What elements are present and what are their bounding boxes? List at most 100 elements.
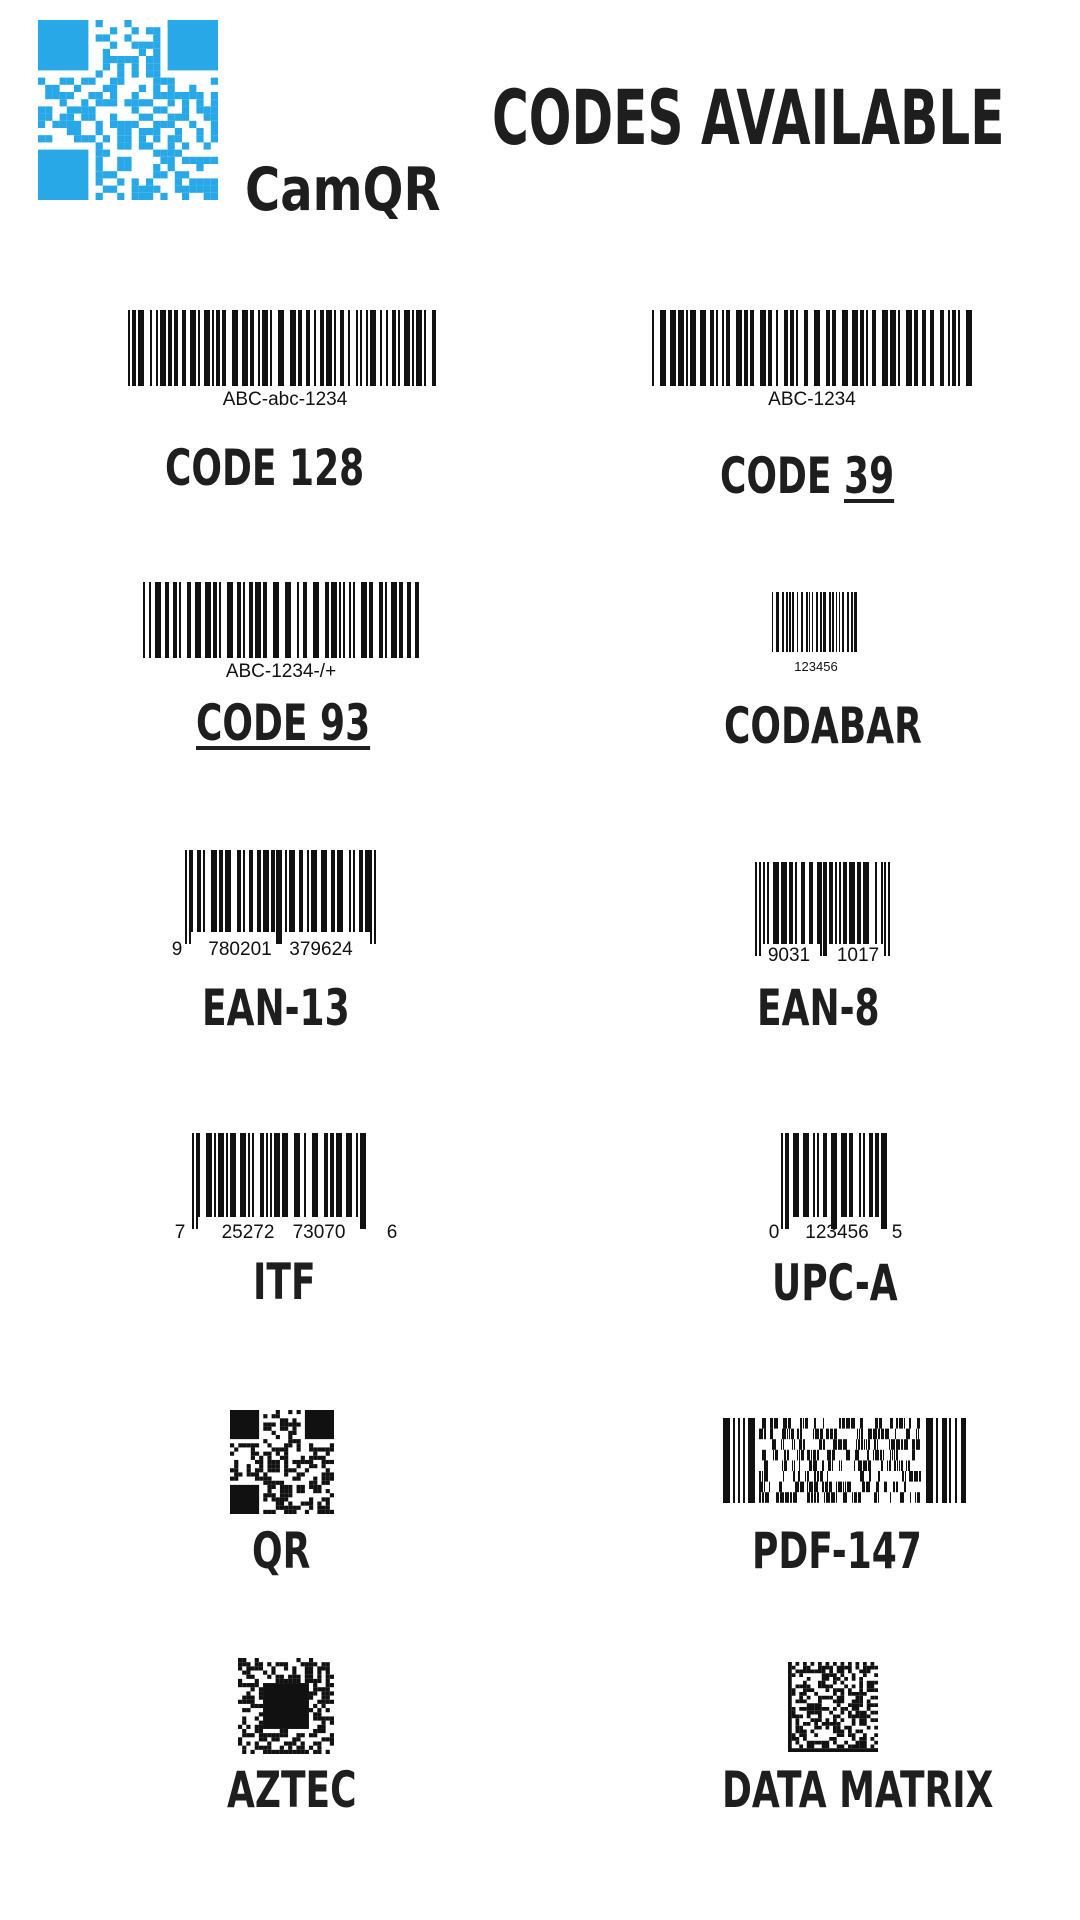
pdf-module <box>858 1492 861 1503</box>
page-title: CODES AVAILABLE <box>492 73 1005 162</box>
qr-module <box>296 1505 301 1510</box>
qr-module <box>321 1480 326 1485</box>
data-matrix-module <box>836 1665 841 1670</box>
qr-module <box>279 1426 285 1431</box>
logo-module <box>153 106 161 114</box>
logo-module <box>117 156 125 164</box>
qr-module <box>259 1459 264 1465</box>
aztec-module <box>238 1724 243 1729</box>
data-matrix-module <box>814 1692 818 1696</box>
data-matrix-module <box>848 1669 852 1674</box>
data-matrix-module <box>791 1710 796 1715</box>
pdf-start-bar <box>743 1418 745 1503</box>
barcode-bar <box>339 582 341 658</box>
aztec-module <box>313 1691 318 1696</box>
barcode-bar <box>809 592 810 652</box>
aztec-module <box>238 1662 243 1667</box>
data-matrix-module <box>795 1714 800 1719</box>
barcode-bar <box>832 592 834 652</box>
data-matrix-module <box>821 1665 826 1670</box>
data-matrix-module <box>859 1688 863 1692</box>
aztec-module <box>258 1728 264 1734</box>
aztec-module <box>313 1733 318 1738</box>
data-matrix-module <box>821 1740 826 1745</box>
pdf-module <box>822 1481 824 1493</box>
barcode-bar <box>806 592 808 652</box>
pdf-module <box>832 1449 835 1461</box>
aztec-module <box>275 1749 280 1754</box>
pdf-module <box>795 1481 799 1493</box>
data-matrix-module <box>799 1729 803 1734</box>
data-matrix-module <box>814 1740 818 1745</box>
data-matrix-module <box>806 1740 811 1745</box>
pdf-module <box>875 1449 879 1461</box>
pdf-stop-bar <box>942 1418 947 1503</box>
qr-module <box>296 1422 301 1427</box>
logo-module <box>45 106 53 114</box>
pdf-module <box>893 1481 895 1493</box>
aztec-module <box>313 1728 318 1734</box>
qr-module <box>284 1426 289 1431</box>
qr-module <box>296 1459 301 1465</box>
aztec-module <box>258 1712 264 1717</box>
data-matrix-module <box>818 1714 822 1719</box>
pdf-module <box>858 1439 860 1450</box>
aztec-module <box>288 1749 293 1754</box>
qr-module <box>271 1414 276 1419</box>
aztec-module <box>246 1666 251 1671</box>
data-matrix-module <box>825 1744 830 1749</box>
barcode-bar <box>863 862 869 944</box>
aztec-module <box>321 1728 326 1734</box>
logo-module <box>74 84 82 92</box>
logo-module <box>102 185 110 193</box>
aztec-module <box>308 1666 314 1671</box>
aztec-module <box>283 1666 289 1671</box>
pdf-module <box>784 1460 787 1471</box>
barcode-bar <box>192 1133 194 1229</box>
logo-module <box>66 120 74 128</box>
barcode-bar <box>331 582 337 658</box>
logo-module <box>59 77 67 85</box>
data-matrix-module <box>791 1733 796 1737</box>
data-matrix-module <box>799 1744 803 1749</box>
pdf-module <box>769 1481 770 1493</box>
logo-module <box>95 164 103 172</box>
pdf-module <box>842 1418 845 1429</box>
qr-module <box>292 1430 297 1435</box>
data-matrix-module <box>818 1684 822 1689</box>
logo-module <box>167 113 175 121</box>
aztec-module <box>254 1658 259 1663</box>
data-matrix-module <box>851 1684 856 1689</box>
pdf-module <box>811 1492 813 1503</box>
data-matrix-module <box>836 1669 841 1674</box>
qr-module <box>267 1493 272 1498</box>
data-matrix-module <box>855 1744 860 1749</box>
data-matrix-module <box>859 1692 863 1696</box>
data-matrix-module <box>870 1744 875 1749</box>
pdf-module <box>915 1492 916 1503</box>
data-matrix-module <box>818 1703 822 1707</box>
aztec-module <box>246 1741 251 1746</box>
pdf-module <box>916 1428 917 1440</box>
data-matrix-module <box>848 1725 852 1730</box>
pdf-start-bar <box>753 1418 755 1503</box>
data-matrix-module <box>829 1722 833 1726</box>
aztec-module <box>283 1728 289 1734</box>
pdf-module <box>814 1481 818 1493</box>
pdf-module <box>811 1449 812 1461</box>
logo-module <box>124 20 132 28</box>
data-matrix-module <box>833 1673 837 1677</box>
qr-module <box>292 1505 297 1510</box>
pdf-module <box>799 1460 800 1471</box>
aztec-module <box>313 1678 318 1684</box>
logo-module <box>189 178 197 186</box>
data-matrix-module <box>829 1695 833 1700</box>
barcode-bar <box>150 310 152 386</box>
aztec-module <box>321 1691 326 1696</box>
pdf-module <box>891 1439 895 1450</box>
logo-module <box>52 84 60 92</box>
pdf-module <box>785 1492 789 1503</box>
ean-13-digits-right: 379624 <box>289 939 353 960</box>
pdf-module <box>843 1492 847 1503</box>
pdf-module <box>782 1428 786 1440</box>
